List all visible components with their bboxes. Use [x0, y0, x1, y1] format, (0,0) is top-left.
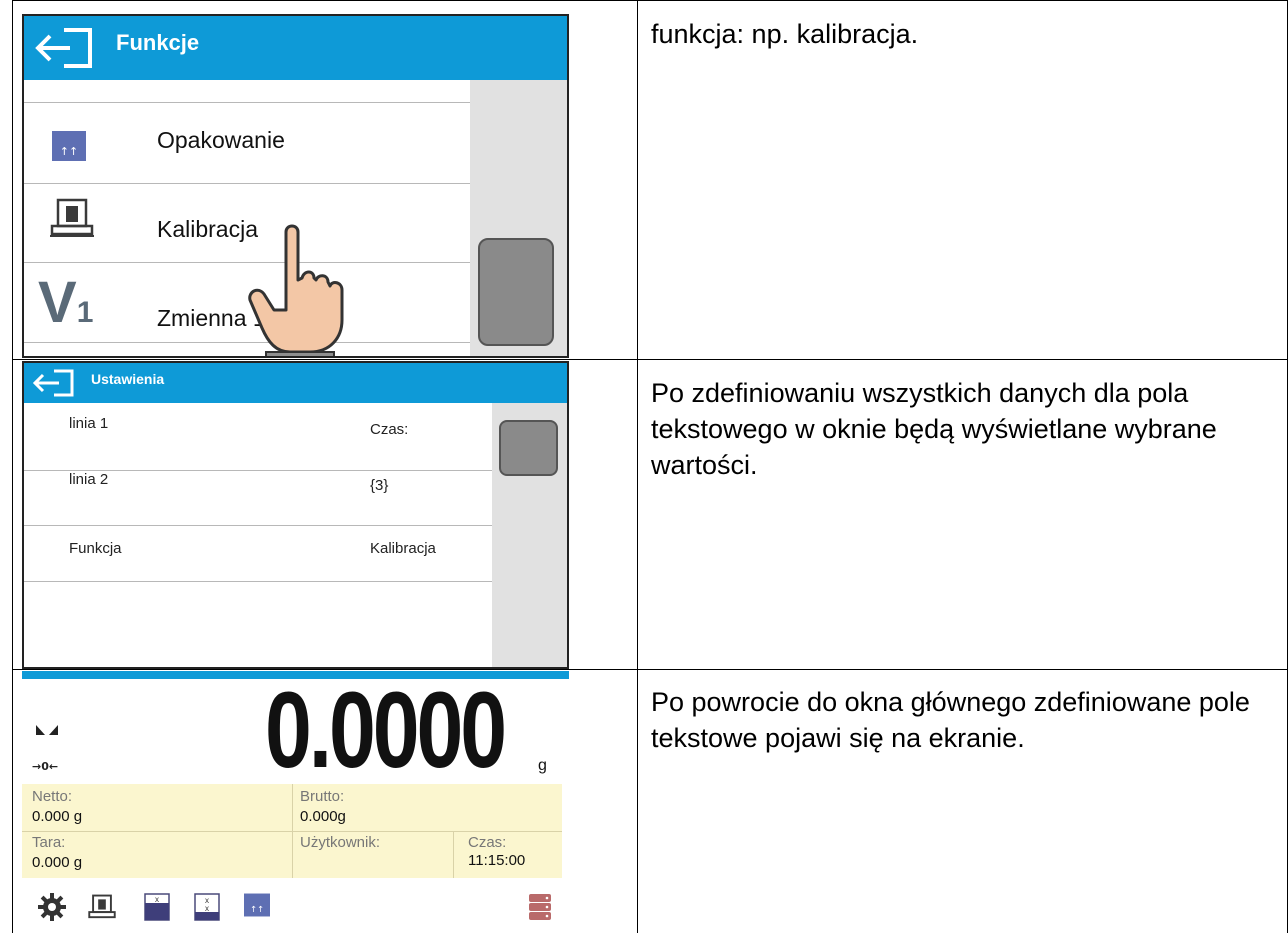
setting-value: Czas: [370, 421, 409, 438]
settings-row[interactable]: Funkcja Kalibracja [24, 526, 492, 581]
zero-indicator: →0← [32, 760, 59, 773]
calibration-icon[interactable] [88, 893, 116, 926]
weight-unit: g [538, 757, 547, 774]
info-fields: Netto: 0.000 g Brutto: 0.000g Tara: 0.00… [22, 784, 562, 878]
screen-title: Funkcje [116, 30, 200, 55]
max-threshold-icon[interactable]: x x [194, 893, 220, 926]
back-exit-icon[interactable] [34, 26, 96, 75]
scroll-thumb[interactable] [478, 238, 554, 346]
field-divider [22, 831, 562, 832]
main-weighing-screen: →0← 0.0000 g Netto: 0.000 g Brutto: 0.00… [22, 671, 569, 933]
row-description: Po powrocie do okna głównego zdefiniowan… [651, 687, 1250, 753]
netto-label: Netto: [32, 788, 73, 805]
back-exit-icon[interactable] [32, 368, 76, 403]
variable-v1-icon: V1 [38, 269, 93, 336]
netto-value: 0.000 g [32, 808, 83, 825]
variable-icon-subscript: 1 [76, 296, 94, 329]
setting-label: Funkcja [69, 540, 122, 557]
row-description: funkcja: np. kalibracja. [651, 19, 919, 49]
settings-list: linia 1 Czas: linia 2 {3} Funkcja Kalibr… [24, 403, 492, 667]
row-description: Po zdefiniowaniu wszystkich danych dla p… [651, 378, 1217, 480]
setting-label: linia 1 [69, 415, 109, 432]
tara-label: Tara: [32, 834, 66, 851]
svg-text:x: x [205, 904, 209, 913]
settings-row[interactable]: linia 1 Czas: [24, 403, 492, 459]
packaging-icon: ↑↑ [52, 131, 86, 166]
setting-label: linia 2 [69, 471, 109, 488]
pointing-hand-icon [246, 220, 346, 356]
table-border-left [12, 0, 13, 933]
weight-reading: 0.0000 [265, 671, 507, 790]
table-column-divider [637, 0, 638, 933]
packaging-icon[interactable]: ↑↑ [244, 893, 270, 922]
brutto-label: Brutto: [300, 788, 345, 805]
functions-screen: Funkcje ↑↑ Opakowanie Kalibracja V1 Zmie… [22, 14, 569, 358]
field-divider [453, 831, 454, 878]
time-label: Czas: [468, 834, 507, 851]
settings-screen: Ustawienia linia 1 Czas: linia 2 {3} Fun… [22, 361, 569, 669]
min-threshold-icon[interactable]: x [144, 893, 170, 926]
list-item-packaging[interactable]: ↑↑ Opakowanie [24, 103, 470, 182]
screen-title: Ustawienia [91, 371, 165, 387]
list-item-label: Kalibracja [157, 216, 258, 242]
scroll-thumb[interactable] [499, 420, 558, 476]
row-divider [24, 581, 492, 582]
table-border-top [12, 0, 1288, 1]
time-value: 11:15:00 [468, 852, 526, 869]
user-label: Użytkownik: [300, 834, 381, 851]
setting-value: Kalibracja [370, 540, 436, 557]
variable-icon-letter: V [38, 270, 77, 335]
settings-row[interactable]: linia 2 {3} [24, 471, 492, 526]
table-row-divider [12, 359, 1288, 360]
screen-header: Funkcje [24, 16, 567, 80]
brutto-value: 0.000g [300, 808, 346, 825]
list-item-label: Opakowanie [157, 127, 285, 153]
table-row-divider [12, 669, 1288, 670]
calibration-icon [50, 198, 94, 243]
screen-header: Ustawienia [24, 363, 567, 403]
setting-value: {3} [370, 477, 389, 494]
svg-text:↑↑: ↑↑ [60, 145, 78, 158]
tara-value: 0.000 g [32, 854, 83, 871]
bottom-toolbar: x x x ↑↑ [22, 883, 562, 933]
svg-text:x: x [155, 895, 159, 904]
database-icon[interactable] [528, 893, 552, 926]
svg-text:↑↑: ↑↑ [250, 904, 264, 914]
stability-indicator-icon [36, 722, 58, 740]
gear-icon[interactable] [38, 893, 66, 926]
